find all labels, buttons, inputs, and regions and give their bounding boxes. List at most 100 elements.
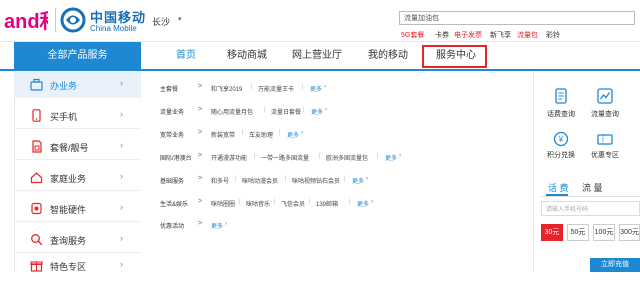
menu-divider: | xyxy=(349,199,351,205)
quick-link-coupon[interactable]: 优惠专区 xyxy=(587,150,623,160)
search-icon xyxy=(31,234,43,246)
nav-online-hall[interactable]: 网上营业厅 xyxy=(292,42,342,69)
sidebar-label-business: 办业务 xyxy=(50,81,78,91)
menu-more-link[interactable]: 更多 xyxy=(211,221,223,230)
menu-divider: | xyxy=(344,176,346,182)
gift-icon xyxy=(30,261,43,272)
tab-call-charge[interactable]: 话 费 xyxy=(548,181,569,194)
menu-divider: | xyxy=(377,153,379,159)
menu-divider: | xyxy=(274,199,276,205)
menu-category: 国际/港澳台 xyxy=(160,156,192,162)
menu-item[interactable]: 和飞享2019 xyxy=(211,84,242,93)
menu-divider: | xyxy=(319,153,321,159)
recharge-button[interactable]: 立即充值 xyxy=(590,258,640,272)
chevron-right-icon: > xyxy=(198,175,203,182)
more-arrow-icon: › xyxy=(371,199,373,205)
nav-my-mobile[interactable]: 我的移动 xyxy=(368,42,408,69)
home-icon xyxy=(30,172,43,184)
menu-item[interactable]: 和多号 xyxy=(211,176,229,185)
business-menu-panel xyxy=(141,71,534,272)
nav-mall[interactable]: 移动商城 xyxy=(227,42,267,69)
hot-word-coupon[interactable]: 卡券 xyxy=(435,30,449,40)
menu-divider: | xyxy=(251,84,253,90)
quick-link-points[interactable]: 积分兑换 xyxy=(543,150,579,160)
china-mobile-logo-icon[interactable] xyxy=(60,7,86,33)
briefcase-icon xyxy=(30,78,43,91)
points-icon[interactable]: ¥ xyxy=(553,131,569,147)
menu-more-link[interactable]: 更多 xyxy=(357,199,369,208)
tab-data-charge[interactable]: 流 量 xyxy=(582,181,603,194)
city-selector[interactable]: 长沙 xyxy=(152,15,170,28)
chevron-right-icon: › xyxy=(120,109,123,119)
nav-home[interactable]: 首页 xyxy=(176,42,196,69)
chevron-right-icon: › xyxy=(120,78,123,88)
quick-link-bill-query[interactable]: 话费查询 xyxy=(543,109,579,119)
menu-item[interactable]: 咪咕圈圈 xyxy=(211,199,235,208)
more-arrow-icon: › xyxy=(399,153,401,159)
hot-word-feixiang[interactable]: 新飞享 xyxy=(490,30,511,40)
menu-divider: | xyxy=(309,199,311,205)
menu-more-link[interactable]: 更多 xyxy=(310,84,322,93)
menu-item[interactable]: 咪咕动漫会员 xyxy=(242,176,278,185)
menu-item[interactable]: 139邮箱 xyxy=(316,199,338,208)
amount-option-300[interactable]: 300元 xyxy=(619,224,640,241)
menu-divider: | xyxy=(302,84,304,90)
service-center-highlight xyxy=(422,45,487,68)
amount-option-100[interactable]: 100元 xyxy=(593,224,615,241)
bill-query-icon[interactable] xyxy=(553,88,569,104)
menu-divider: | xyxy=(279,130,281,136)
more-arrow-icon: › xyxy=(324,84,326,90)
menu-item[interactable]: 咪咕音乐 xyxy=(246,199,270,208)
hot-word-5g[interactable]: 5G套餐 xyxy=(401,30,424,40)
phone-icon xyxy=(32,109,41,122)
menu-more-link[interactable]: 更多 xyxy=(385,153,397,162)
menu-item[interactable]: 万能流量王卡 xyxy=(258,84,294,93)
menu-item[interactable]: 欧洲多国流量包 xyxy=(326,153,368,162)
sidebar-label-query: 查询服务 xyxy=(50,236,87,246)
chevron-right-icon: › xyxy=(120,140,123,150)
menu-divider: | xyxy=(235,176,237,182)
menu-item[interactable]: 一带一路多国流量 xyxy=(261,153,309,162)
brand-name-en: China Mobile xyxy=(90,24,137,33)
hot-word-ringtone[interactable]: 彩铃 xyxy=(546,30,560,40)
sidebar-label-phones: 买手机 xyxy=(50,112,78,122)
chevron-down-icon[interactable]: ▾ xyxy=(178,15,182,23)
menu-more-link[interactable]: 更多 xyxy=(352,176,364,185)
and-logo-mark: and和 xyxy=(4,10,48,33)
hot-word-invoice[interactable]: 电子发票 xyxy=(454,30,482,40)
menu-item[interactable]: 咪咕视频钻石会员 xyxy=(292,176,340,185)
sidebar-label-hardware: 智能硬件 xyxy=(50,205,87,215)
menu-item[interactable]: 飞信会员 xyxy=(281,199,305,208)
hot-word-data-pack[interactable]: 流量包 xyxy=(517,30,538,40)
and-logo[interactable]: and和 xyxy=(4,6,48,34)
sidebar-label-plans: 套餐/靓号 xyxy=(50,143,89,153)
menu-item[interactable]: 随心用流量月包 xyxy=(211,107,253,116)
more-arrow-icon: › xyxy=(366,176,368,182)
menu-more-link[interactable]: 更多 xyxy=(287,130,299,139)
amount-option-30[interactable]: 30元 xyxy=(541,224,563,241)
sidebar-label-special: 特色专区 xyxy=(50,262,87,272)
all-products-button[interactable]: 全部产品服务 xyxy=(14,42,141,69)
chevron-right-icon: > xyxy=(198,83,203,90)
sim-card-icon xyxy=(32,140,42,153)
menu-item[interactable]: 新装宽带 xyxy=(211,130,235,139)
menu-divider: | xyxy=(239,199,241,205)
menu-more-link[interactable]: 更多 xyxy=(311,107,323,116)
quick-link-data-query[interactable]: 流量查询 xyxy=(587,109,623,119)
data-query-icon[interactable] xyxy=(597,88,613,104)
coupon-icon[interactable] xyxy=(597,131,613,147)
chevron-right-icon: > xyxy=(198,129,203,136)
menu-item[interactable]: 开通漫游功能 xyxy=(211,153,247,162)
sidebar-label-family: 家庭业务 xyxy=(50,174,87,184)
chevron-right-icon: > xyxy=(198,152,203,159)
menu-category: 主套餐 xyxy=(160,87,179,93)
menu-item[interactable]: 流量日套餐 xyxy=(271,107,301,116)
menu-divider: | xyxy=(285,176,287,182)
amount-option-50[interactable]: 50元 xyxy=(567,224,589,241)
more-arrow-icon: › xyxy=(301,130,303,136)
menu-divider: | xyxy=(303,107,305,113)
tab-active-indicator xyxy=(546,194,568,196)
search-input-value: 流量加油包 xyxy=(404,15,439,22)
svg-text:¥: ¥ xyxy=(558,135,564,144)
menu-item[interactable]: 车友助理 xyxy=(249,130,273,139)
